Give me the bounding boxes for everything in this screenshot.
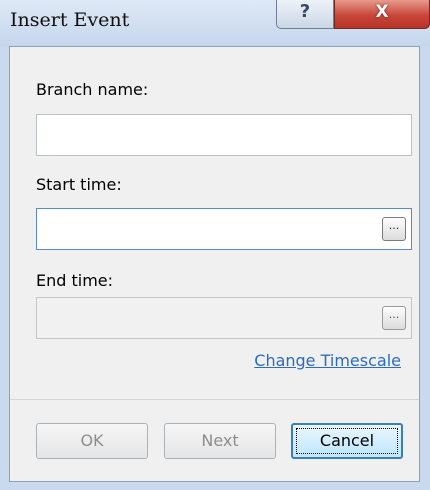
branch-name-label: Branch name: xyxy=(36,80,149,99)
start-time-picker-button[interactable]: ... xyxy=(382,217,406,241)
branch-name-input[interactable] xyxy=(36,114,412,156)
ok-button-label: OK xyxy=(80,431,104,450)
close-icon: X xyxy=(375,2,389,22)
change-timescale-link[interactable]: Change Timescale xyxy=(254,351,401,370)
start-time-input[interactable]: ... xyxy=(36,208,412,250)
next-button[interactable]: Next xyxy=(164,423,276,459)
next-button-label: Next xyxy=(201,431,239,450)
close-button[interactable]: X xyxy=(334,0,430,29)
start-time-label: Start time: xyxy=(36,175,122,194)
insert-event-dialog: Insert Event ? X Branch name: Start time… xyxy=(0,0,430,490)
end-time-picker-button[interactable]: ... xyxy=(382,306,406,330)
help-button[interactable]: ? xyxy=(276,0,334,29)
end-time-input[interactable]: ... xyxy=(36,297,412,339)
dialog-body: Branch name: Start time: ... End time: .… xyxy=(9,46,420,482)
title-bar[interactable]: Insert Event ? X xyxy=(0,0,430,46)
question-mark-icon: ? xyxy=(299,1,311,22)
ok-button[interactable]: OK xyxy=(36,423,148,459)
divider xyxy=(10,399,419,400)
dialog-title: Insert Event xyxy=(10,9,130,31)
end-time-label: End time: xyxy=(36,271,114,290)
focus-rectangle xyxy=(296,428,398,454)
cancel-button[interactable]: Cancel xyxy=(291,423,403,459)
